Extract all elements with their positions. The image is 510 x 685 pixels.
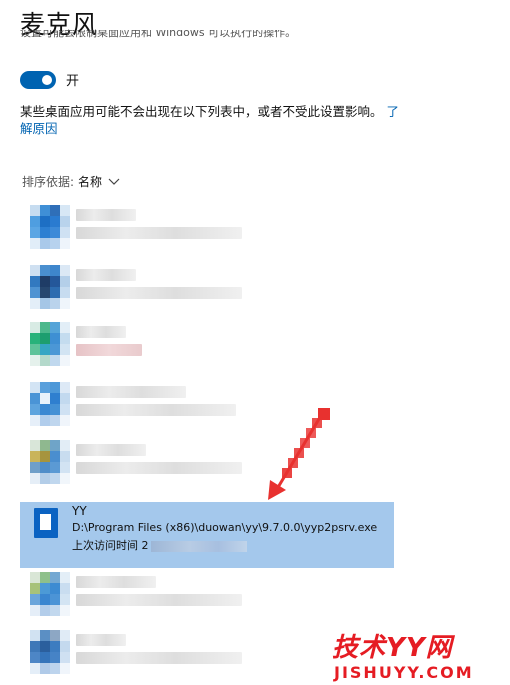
app-detail-blurred [76,594,242,606]
app-name-blurred [76,386,186,398]
last-access-label: 上次访问时间 2 [72,539,149,552]
selected-app-item[interactable]: YY D:\Program Files (x86)\duowan\yy\9.7.… [20,502,394,568]
microphone-access-toggle-row[interactable]: 开 [20,70,79,89]
app-name-blurred [76,634,126,646]
app-name: YY [72,504,87,518]
list-item[interactable] [30,322,250,372]
list-item[interactable] [30,265,250,315]
list-item[interactable] [30,382,250,432]
desktop-apps-notice: 某些桌面应用可能不会出现在以下列表中，或者不受此设置影响。 了解原因 [20,103,400,137]
app-name-blurred [76,326,126,338]
toggle-label: 开 [66,74,80,89]
microphone-toggle[interactable] [20,70,56,89]
watermark-url: JISHUYY.COM [334,663,474,682]
app-icon [30,630,70,674]
app-path: D:\Program Files (x86)\duowan\yy\9.7.0.0… [72,521,378,534]
app-detail-blurred [76,652,242,664]
sort-label: 排序依据: [22,175,75,189]
list-item[interactable] [30,630,250,680]
list-item[interactable] [30,440,250,490]
app-detail-blurred [76,227,242,239]
chevron-down-icon [108,178,120,185]
privacy-description: 设置可能会限制桌面应用和 Windows 可以执行的操作。 [20,30,297,39]
last-access-time: 上次访问时间 2 [72,537,247,553]
app-detail-blurred [76,404,236,416]
app-name-blurred [76,576,156,588]
watermark-brand: 技术YY网 [332,633,453,663]
file-icon [34,508,58,538]
app-name-blurred [76,444,146,456]
app-name-blurred [76,209,136,221]
app-icon [30,205,70,249]
app-icon [30,265,70,309]
notice-text: 某些桌面应用可能不会出现在以下列表中，或者不受此设置影响。 [20,104,383,119]
app-detail-blurred [76,462,242,474]
app-icon [30,572,70,616]
app-icon [30,322,70,366]
app-detail-blurred [76,287,242,299]
app-icon [30,382,70,426]
list-item[interactable] [30,205,250,255]
sort-value: 名称 [78,175,103,189]
last-access-value-blurred [150,540,247,552]
list-item[interactable] [30,572,250,622]
site-watermark: 技术YY网 JISHUYY.COM [320,625,510,685]
sort-dropdown[interactable]: 排序依据: 名称 [22,173,120,190]
toggle-knob [42,74,52,85]
app-detail-blurred [76,344,142,356]
app-name-blurred [76,269,136,281]
red-arrow-annotation-icon [268,408,330,500]
app-icon [30,440,70,484]
